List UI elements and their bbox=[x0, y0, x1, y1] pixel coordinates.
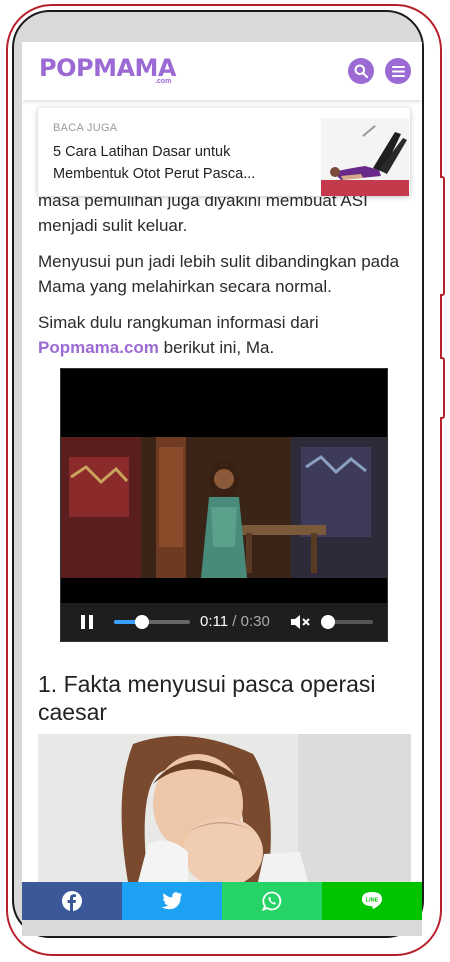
article-paragraph: Menyusui pun jadi lebih sulit dibandingk… bbox=[38, 252, 400, 296]
menu-button[interactable] bbox=[385, 58, 411, 84]
site-header: POPMAMA .com bbox=[22, 42, 422, 100]
phone-side-button bbox=[440, 176, 445, 296]
video-duration: 0:30 bbox=[240, 613, 270, 630]
share-bar: LINE bbox=[22, 882, 422, 920]
line-icon: LINE bbox=[362, 892, 382, 909]
video-time-separator: / bbox=[228, 613, 241, 630]
paragraph-text: Simak dulu rangkuman informasi dari bbox=[38, 313, 319, 332]
article-paragraph: Simak dulu rangkuman informasi dari Popm… bbox=[38, 310, 412, 360]
facebook-icon bbox=[62, 891, 82, 911]
share-twitter-button[interactable] bbox=[122, 882, 222, 920]
related-article-card[interactable]: BACA JUGA 5 Cara Latihan Dasar untuk Mem… bbox=[38, 108, 410, 196]
video-scene bbox=[61, 437, 387, 578]
site-logo-domain: .com bbox=[155, 78, 172, 85]
related-thumbnail[interactable] bbox=[321, 118, 409, 196]
exercise-photo bbox=[321, 118, 409, 196]
pause-icon bbox=[81, 615, 85, 629]
mother-baby-photo bbox=[38, 734, 411, 882]
share-whatsapp-button[interactable] bbox=[222, 882, 322, 920]
share-facebook-button[interactable] bbox=[22, 882, 122, 920]
video-progress-bar[interactable] bbox=[114, 615, 190, 629]
video-progress-knob[interactable] bbox=[135, 615, 150, 629]
svg-text:LINE: LINE bbox=[366, 898, 379, 904]
share-line-button[interactable]: LINE bbox=[322, 882, 422, 920]
video-frame[interactable] bbox=[61, 437, 387, 578]
video-time: 0:11 / 0:30 bbox=[200, 613, 270, 630]
video-current-time: 0:11 bbox=[200, 613, 229, 630]
phone-side-button bbox=[440, 357, 445, 419]
section-heading: 1. Fakta menyusui pasca operasi caesar bbox=[38, 671, 376, 725]
paragraph-text: berikut ini, Ma. bbox=[158, 338, 275, 357]
muted-speaker-icon bbox=[291, 615, 310, 629]
search-icon bbox=[354, 64, 368, 78]
hamburger-icon bbox=[391, 65, 405, 77]
related-title[interactable]: 5 Cara Latihan Dasar untuk Membentuk Oto… bbox=[53, 141, 303, 185]
volume-knob[interactable] bbox=[321, 615, 335, 629]
search-button[interactable] bbox=[348, 58, 374, 84]
article-image[interactable] bbox=[38, 734, 411, 882]
phone-bottom-bezel bbox=[22, 920, 422, 936]
twitter-icon bbox=[161, 892, 182, 910]
pause-button[interactable] bbox=[81, 615, 93, 629]
pause-icon bbox=[89, 615, 93, 629]
screen: POPMAMA .com BACA JUGA 5 Cara Latihan Da… bbox=[22, 42, 422, 920]
video-player[interactable]: 0:11 / 0:30 bbox=[60, 368, 388, 642]
video-controls: 0:11 / 0:30 bbox=[61, 603, 387, 641]
volume-slider[interactable] bbox=[321, 615, 373, 629]
whatsapp-icon bbox=[262, 891, 282, 911]
popmama-link[interactable]: Popmama.com bbox=[38, 338, 159, 357]
mute-button[interactable] bbox=[290, 613, 310, 631]
related-label: BACA JUGA bbox=[53, 122, 118, 134]
